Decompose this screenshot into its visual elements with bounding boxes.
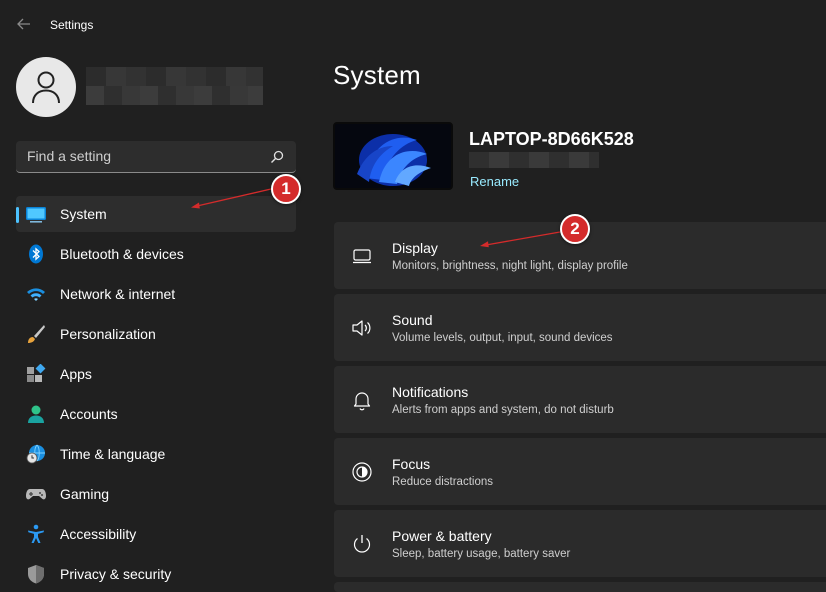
monitor-icon (26, 207, 46, 223)
speaker-icon (352, 320, 371, 336)
sidebar-item-time-language[interactable]: Time & language (16, 436, 296, 472)
sidebar-item-network[interactable]: Network & internet (16, 276, 296, 312)
window-title: Settings (50, 18, 94, 32)
card-subtitle: Alerts from apps and system, do not dist… (392, 404, 614, 416)
card-subtitle: Sleep, battery usage, battery saver (392, 548, 571, 560)
card-title: Sound (392, 312, 433, 328)
bloom-wallpaper-image (335, 124, 451, 188)
device-name: LAPTOP-8D66K528 (469, 129, 634, 149)
sidebar-item-label: Accessibility (60, 526, 137, 542)
avatar[interactable] (16, 57, 76, 117)
back-arrow-icon[interactable] (14, 14, 34, 34)
search-box[interactable] (16, 141, 296, 173)
card-subtitle: Reduce distractions (392, 476, 493, 488)
annotation-badge-2: 2 (560, 214, 590, 244)
sidebar-item-label: Privacy & security (60, 566, 172, 582)
sidebar-item-bluetooth[interactable]: Bluetooth & devices (16, 236, 296, 272)
brush-icon (28, 325, 45, 343)
device-model-redacted (469, 152, 599, 168)
card-subtitle: Monitors, brightness, night light, displ… (392, 260, 628, 272)
card-title: Notifications (392, 384, 469, 400)
desktop-wallpaper-thumbnail[interactable] (333, 122, 453, 190)
sidebar-item-privacy-security[interactable]: Privacy & security (16, 556, 296, 592)
card-next-partial[interactable] (334, 582, 826, 592)
sidebar-item-gaming[interactable]: Gaming (16, 476, 296, 512)
person-icon (28, 405, 44, 423)
sidebar-item-label: Time & language (60, 446, 166, 462)
card-focus[interactable]: Focus Reduce distractions (334, 438, 826, 505)
focus-icon (352, 462, 372, 482)
apps-icon (27, 364, 46, 382)
sidebar-item-label: Gaming (60, 486, 110, 502)
gamepad-icon (26, 489, 46, 500)
wifi-icon (27, 288, 45, 301)
sidebar-item-accessibility[interactable]: Accessibility (16, 516, 296, 552)
card-subtitle: Volume levels, output, input, sound devi… (392, 332, 613, 344)
rename-link[interactable]: Rename (470, 174, 519, 189)
sidebar-item-label: Personalization (60, 326, 156, 342)
person-icon (32, 71, 60, 104)
card-title: Focus (392, 456, 431, 472)
shield-icon (28, 565, 44, 584)
sidebar-item-accounts[interactable]: Accounts (16, 396, 296, 432)
accessibility-icon (28, 524, 44, 543)
power-icon (353, 535, 371, 553)
bluetooth-icon (29, 244, 43, 264)
globe-clock-icon (26, 444, 45, 464)
page-title: System (333, 60, 421, 90)
card-power-battery[interactable]: Power & battery Sleep, battery usage, ba… (334, 510, 826, 577)
sidebar-item-label: Bluetooth & devices (60, 246, 184, 262)
display-icon (353, 249, 371, 264)
bell-icon (353, 392, 371, 411)
sidebar-item-label: Accounts (60, 406, 118, 422)
account-email-redacted (86, 86, 263, 105)
card-notifications[interactable]: Notifications Alerts from apps and syste… (334, 366, 826, 433)
sidebar-item-label: Apps (60, 366, 92, 382)
card-title: Power & battery (392, 528, 492, 544)
sidebar-item-label: Network & internet (60, 286, 176, 302)
search-icon[interactable] (270, 150, 284, 164)
sidebar-item-apps[interactable]: Apps (16, 356, 296, 392)
annotation-badge-1: 1 (271, 174, 301, 204)
card-title: Display (392, 240, 438, 256)
card-sound[interactable]: Sound Volume levels, output, input, soun… (334, 294, 826, 361)
sidebar-item-personalization[interactable]: Personalization (16, 316, 296, 352)
search-input[interactable] (16, 141, 267, 171)
sidebar-item-system[interactable]: System (16, 196, 296, 232)
selection-indicator (16, 207, 19, 223)
sidebar-item-label: System (60, 206, 107, 222)
